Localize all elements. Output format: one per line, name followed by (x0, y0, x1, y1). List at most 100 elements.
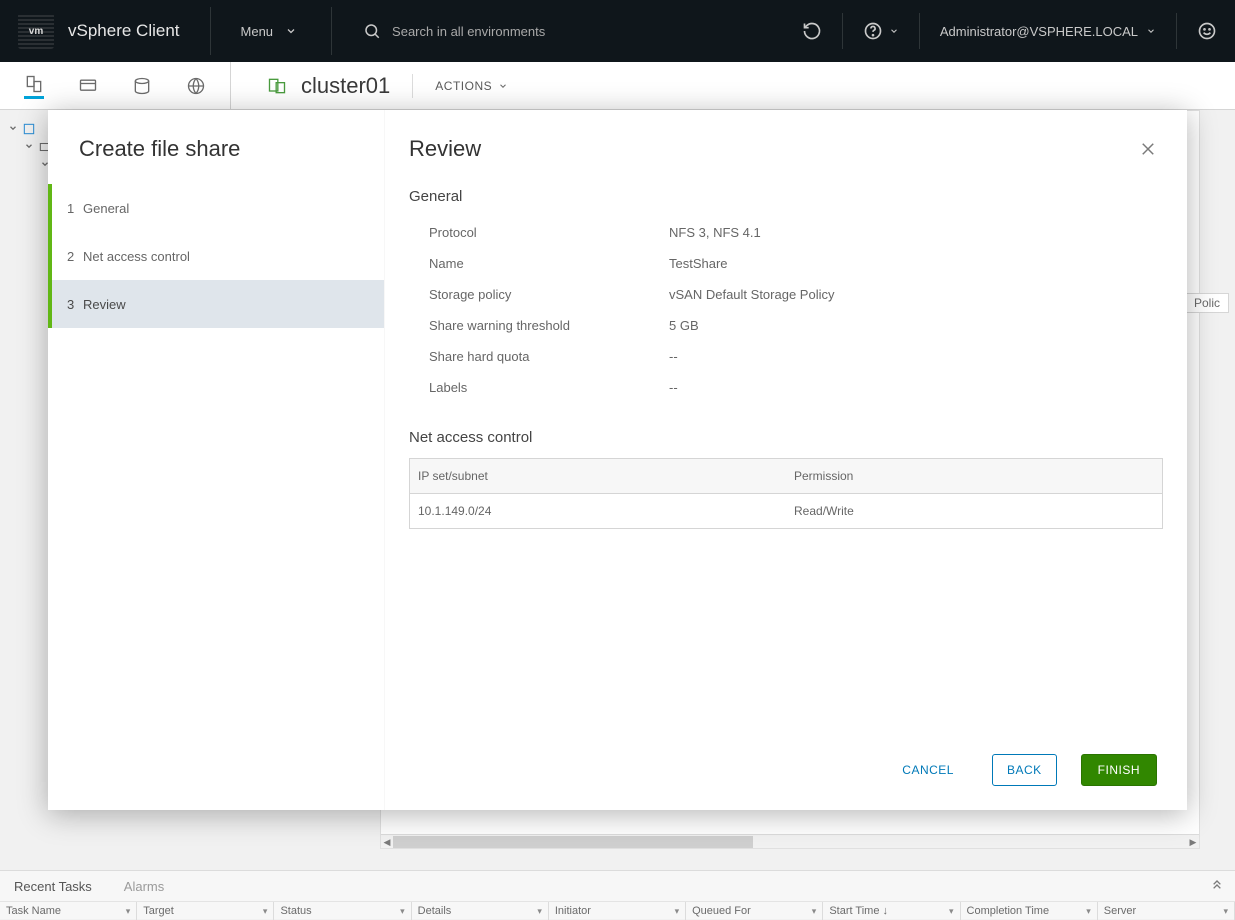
tasks-column-header[interactable]: Task Name ▾ (0, 902, 137, 920)
help-dropdown[interactable] (863, 21, 899, 41)
inventory-tree (8, 120, 52, 174)
object-header: cluster01 ACTIONS (0, 62, 1235, 110)
global-search[interactable] (332, 21, 802, 41)
user-dropdown[interactable]: Administrator@VSPHERE.LOCAL (940, 24, 1156, 39)
wizard-title: Create file share (48, 110, 384, 184)
nac-col-ip: IP set/subnet (410, 459, 787, 494)
tasks-column-header[interactable]: Status ▾ (274, 902, 411, 920)
column-label: Target (143, 905, 174, 917)
step-number: 1 (67, 201, 83, 216)
nac-col-permission: Permission (786, 459, 1163, 494)
chevron-down-icon (8, 122, 18, 136)
wizard-step-review[interactable]: 3 Review (48, 280, 384, 328)
review-value: NFS 3, NFS 4.1 (669, 225, 761, 240)
tasks-column-header[interactable]: Initiator ▾ (549, 902, 686, 920)
column-label: Start Time ↓ (829, 905, 888, 917)
chevron-down-icon: ▾ (1086, 906, 1091, 917)
help-icon (863, 21, 883, 41)
nac-ip: 10.1.149.0/24 (410, 494, 787, 529)
chevron-down-icon: ▾ (675, 906, 680, 917)
wizard-step-net-access[interactable]: 2 Net access control (48, 232, 384, 280)
tasks-column-header[interactable]: Details ▾ (412, 902, 549, 920)
step-number: 2 (67, 249, 83, 264)
review-value: -- (669, 380, 678, 395)
review-value: TestShare (669, 256, 728, 271)
chevron-down-icon: ▾ (812, 906, 817, 917)
tasks-column-header[interactable]: Start Time ↓ ▾ (823, 902, 960, 920)
general-section-heading: General (409, 188, 1163, 205)
review-key: Labels (429, 380, 669, 395)
table-row: 10.1.149.0/24Read/Write (410, 494, 1163, 529)
column-label: Task Name (6, 905, 61, 917)
scrollbar-thumb[interactable] (393, 836, 753, 848)
review-key: Protocol (429, 225, 669, 240)
chevron-down-icon: ▾ (1223, 906, 1228, 917)
review-row: Storage policyvSAN Default Storage Polic… (409, 279, 1163, 310)
user-label: Administrator@VSPHERE.LOCAL (940, 24, 1138, 39)
chevron-down-icon (281, 21, 301, 41)
review-row: NameTestShare (409, 248, 1163, 279)
actions-label: ACTIONS (435, 79, 492, 93)
tab-alarms[interactable]: Alarms (124, 879, 164, 894)
review-value: -- (669, 349, 678, 364)
actions-dropdown[interactable]: ACTIONS (435, 79, 508, 93)
scroll-right-icon[interactable]: ▶ (1187, 835, 1199, 849)
menu-dropdown[interactable]: Menu (211, 21, 332, 41)
nac-section-heading: Net access control (409, 429, 1163, 446)
close-button[interactable] (1139, 140, 1157, 158)
vcenter-icon (22, 122, 36, 136)
step-label: Net access control (83, 249, 190, 264)
horizontal-scrollbar[interactable]: ◀ ▶ (381, 834, 1199, 848)
policy-header-peek: Polic (1185, 293, 1229, 313)
divider (842, 13, 843, 49)
search-input[interactable] (392, 24, 652, 39)
review-key: Share warning threshold (429, 318, 669, 333)
vmware-logo: vm (18, 13, 54, 49)
tasks-columns: Task Name▾Target▾Status▾Details▾Initiato… (0, 901, 1235, 920)
review-key: Share hard quota (429, 349, 669, 364)
app-title: vSphere Client (68, 21, 180, 41)
chevron-down-icon: ▾ (400, 906, 405, 917)
column-label: Status (280, 905, 311, 917)
chevron-down-icon: ▾ (263, 906, 268, 917)
chevron-down-icon: ▾ (126, 906, 131, 917)
review-value: 5 GB (669, 318, 699, 333)
tree-row[interactable] (8, 120, 52, 138)
tasks-column-header[interactable]: Completion Time ▾ (961, 902, 1098, 920)
nac-permission: Read/Write (786, 494, 1163, 529)
storage-tab-icon[interactable] (132, 76, 152, 96)
tasks-column-header[interactable]: Server▾ (1098, 902, 1235, 920)
scroll-left-icon[interactable]: ◀ (381, 835, 393, 849)
chevron-down-icon: ▾ (537, 906, 542, 917)
hosts-clusters-tab-icon[interactable] (24, 72, 44, 99)
tasks-column-header[interactable]: Queued For▾ (686, 902, 823, 920)
review-key: Name (429, 256, 669, 271)
chevron-down-icon: ▾ (949, 906, 954, 917)
back-button[interactable]: BACK (992, 754, 1057, 786)
step-label: Review (83, 297, 126, 312)
cluster-icon (267, 76, 287, 96)
divider (919, 13, 920, 49)
tasks-column-header[interactable]: Target ▾ (137, 902, 274, 920)
cluster-name: cluster01 (301, 73, 390, 99)
networking-tab-icon[interactable] (186, 76, 206, 96)
review-row: ProtocolNFS 3, NFS 4.1 (409, 217, 1163, 248)
collapse-panel-icon[interactable] (1209, 875, 1225, 894)
tree-row[interactable] (8, 156, 52, 174)
finish-button[interactable]: FINISH (1081, 754, 1157, 786)
menu-label: Menu (241, 24, 274, 39)
step-number: 3 (67, 297, 83, 312)
wizard-footer: CANCEL BACK FINISH (385, 736, 1187, 810)
cancel-button[interactable]: CANCEL (888, 755, 968, 785)
tab-recent-tasks[interactable]: Recent Tasks (14, 879, 92, 894)
vms-templates-tab-icon[interactable] (78, 76, 98, 96)
column-label: Initiator (555, 905, 591, 917)
smiley-icon[interactable] (1197, 21, 1217, 41)
column-label: Details (418, 905, 452, 917)
nac-table: IP set/subnet Permission 10.1.149.0/24Re… (409, 458, 1163, 529)
column-label: Completion Time (967, 905, 1050, 917)
refresh-icon[interactable] (802, 21, 822, 41)
tree-row[interactable] (8, 138, 52, 156)
wizard-step-general[interactable]: 1 General (48, 184, 384, 232)
wizard-steps-sidebar: Create file share 1 General 2 Net access… (48, 110, 385, 810)
